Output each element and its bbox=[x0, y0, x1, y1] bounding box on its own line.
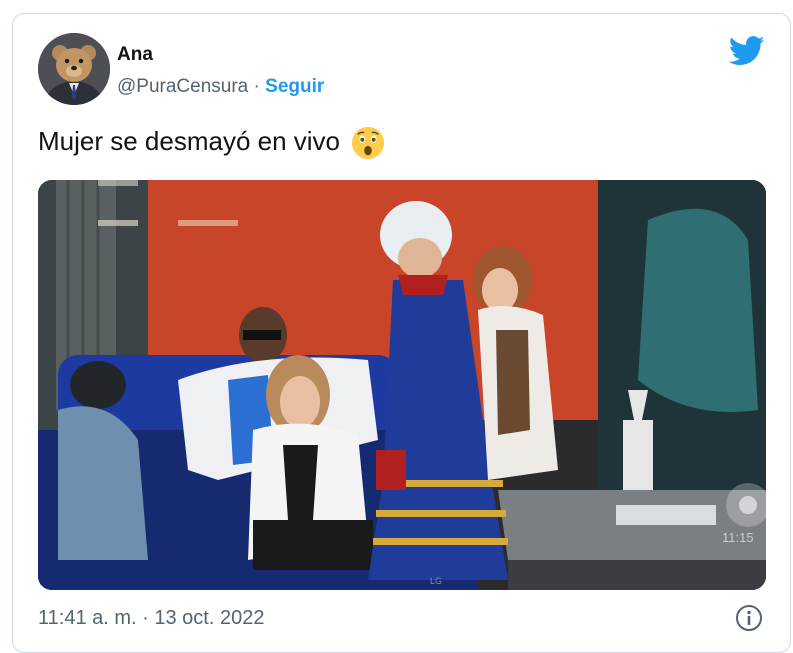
author-name[interactable]: Ana bbox=[117, 44, 153, 66]
tweet-text-content: Mujer se desmayó en vivo bbox=[38, 126, 341, 156]
author-handle[interactable]: @PuraCensura bbox=[117, 76, 248, 97]
follow-button[interactable]: Seguir bbox=[265, 76, 324, 97]
media-overlay-time: 11:15 bbox=[722, 530, 754, 545]
info-icon[interactable] bbox=[735, 604, 763, 632]
tweet-media-image[interactable]: 11:15 LG bbox=[38, 180, 766, 590]
astonished-face-icon bbox=[352, 127, 385, 160]
tv-brand-label: LG bbox=[430, 576, 442, 586]
twitter-bird-icon[interactable] bbox=[729, 36, 765, 66]
avatar[interactable] bbox=[38, 33, 110, 105]
tweet-text: Mujer se desmayó en vivo bbox=[38, 126, 385, 160]
separator: · bbox=[253, 76, 260, 97]
tweet-timestamp[interactable]: 11:41 a. m. · 13 oct. 2022 bbox=[38, 607, 264, 630]
handle-row: @PuraCensura · Seguir bbox=[117, 76, 324, 98]
